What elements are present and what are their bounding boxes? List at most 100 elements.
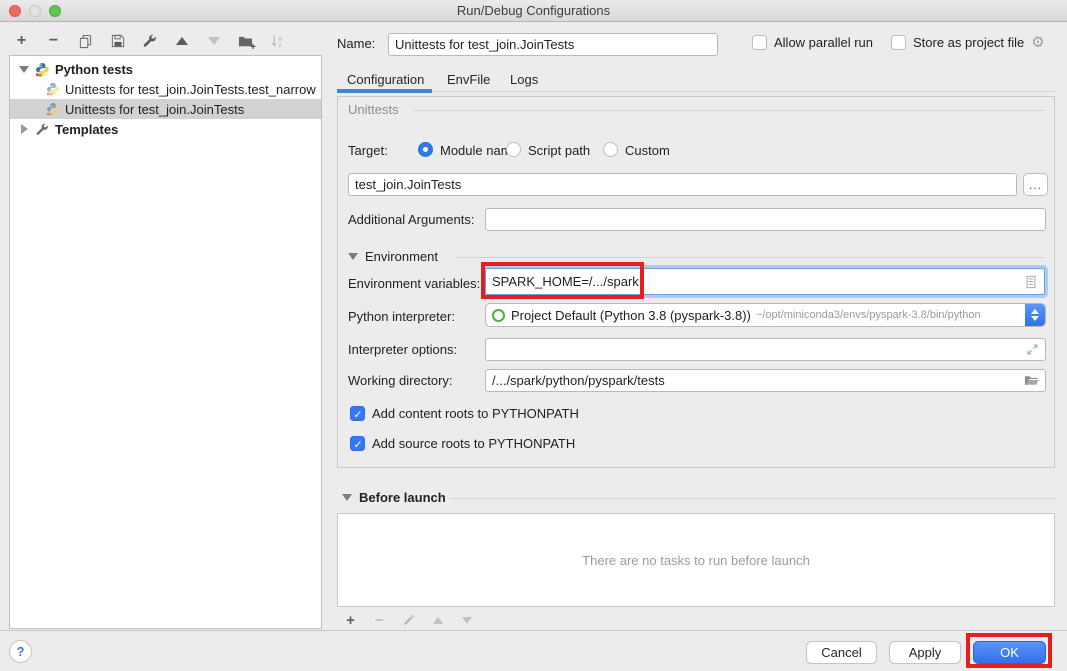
new-folder-icon[interactable]: +	[237, 33, 254, 50]
expand-field-icon[interactable]	[1026, 343, 1039, 356]
tab-envfile[interactable]: EnvFile	[447, 68, 490, 92]
additional-arguments-input[interactable]	[485, 208, 1046, 231]
interpreter-options-label: Interpreter options:	[348, 342, 457, 357]
edit-templates-icon[interactable]	[141, 33, 158, 50]
working-directory-label: Working directory:	[348, 373, 453, 388]
sort-alphabetically-icon: az	[269, 33, 286, 50]
zoom-window-button[interactable]	[49, 5, 61, 17]
name-value: Unittests for test_join.JoinTests	[395, 37, 574, 52]
allow-parallel-run-checkbox[interactable]: Allow parallel run	[752, 35, 873, 50]
radio-custom-label: Custom	[625, 143, 670, 158]
configurations-tree: Python tests Unittests for test_join.Joi…	[9, 55, 322, 629]
environment-variables-input[interactable]: SPARK_HOME=/.../spark	[485, 268, 1045, 295]
before-launch-rule	[450, 498, 1055, 499]
chevron-down-icon[interactable]	[18, 66, 30, 73]
browse-button[interactable]: ...	[1023, 173, 1048, 196]
tab-logs[interactable]: Logs	[510, 68, 538, 92]
active-tab-underline	[337, 89, 432, 93]
working-directory-value: /.../spark/python/pyspark/tests	[492, 373, 665, 388]
cancel-button[interactable]: Cancel	[806, 641, 877, 664]
save-configuration-icon[interactable]	[109, 33, 126, 50]
store-as-project-file-label: Store as project file	[913, 35, 1024, 50]
configuration-form: Name: Unittests for test_join.JoinTests …	[337, 0, 1067, 630]
tree-row-unittest-narrow[interactable]: Unittests for test_join.JoinTests.test_n…	[10, 79, 321, 99]
radio-script-path[interactable]	[506, 142, 521, 157]
target-label: Target:	[348, 143, 388, 158]
add-task-icon[interactable]: +	[342, 612, 359, 629]
move-down-icon	[205, 33, 222, 50]
checkbox-checked[interactable]	[350, 436, 365, 451]
dialog-footer: ? Cancel Apply OK	[0, 630, 1067, 671]
tree-row-python-tests[interactable]: Python tests	[10, 59, 321, 79]
python-interpreter-label: Python interpreter:	[348, 309, 455, 324]
environment-section-rule	[456, 257, 1044, 258]
tab-strip-divider	[337, 91, 1055, 92]
move-task-down-icon	[458, 612, 475, 629]
configurations-toolbar: + − + az	[13, 31, 286, 51]
python-interpreter-select[interactable]: Project Default (Python 3.8 (pyspark-3.8…	[485, 303, 1046, 327]
chevron-right-icon[interactable]	[18, 124, 30, 134]
copy-configuration-icon[interactable]	[77, 33, 94, 50]
tree-row-templates[interactable]: Templates	[10, 119, 321, 139]
move-up-icon[interactable]	[173, 33, 190, 50]
before-launch-label: Before launch	[359, 490, 446, 505]
conda-environment-icon	[492, 309, 505, 322]
name-input[interactable]: Unittests for test_join.JoinTests	[388, 33, 718, 56]
chevron-down-icon[interactable]	[348, 253, 358, 260]
apply-button[interactable]: Apply	[889, 641, 961, 664]
no-tasks-message: There are no tasks to run before launch	[582, 553, 810, 568]
interpreter-options-input[interactable]	[485, 338, 1046, 361]
combo-stepper-icon[interactable]	[1025, 303, 1045, 327]
python-test-icon	[44, 102, 61, 116]
remove-configuration-icon[interactable]: −	[45, 33, 62, 50]
module-name-value: test_join.JoinTests	[355, 177, 461, 192]
move-task-up-icon	[429, 612, 446, 629]
gear-icon[interactable]: ⚙	[1031, 35, 1044, 50]
before-launch-task-list: There are no tasks to run before launch	[337, 513, 1055, 607]
environment-variables-label: Environment variables:	[348, 276, 480, 291]
working-directory-input[interactable]: /.../spark/python/pyspark/tests	[485, 369, 1046, 392]
python-interpreter-value: Project Default (Python 3.8 (pyspark-3.8…	[511, 308, 751, 323]
environment-section-header[interactable]: Environment	[348, 249, 438, 264]
chevron-down-icon[interactable]	[342, 494, 352, 501]
ok-button[interactable]: OK	[973, 641, 1046, 664]
add-content-roots-label: Add content roots to PYTHONPATH	[372, 406, 579, 421]
checkbox-unchecked[interactable]	[891, 35, 906, 50]
python-tests-icon	[34, 62, 51, 77]
allow-parallel-run-label: Allow parallel run	[774, 35, 873, 50]
tree-item-label: Python tests	[55, 62, 133, 77]
minimize-window-button	[29, 5, 41, 17]
tree-row-unittest-jointests-selected[interactable]: Unittests for test_join.JoinTests	[10, 99, 321, 119]
edit-task-icon	[400, 612, 417, 629]
python-interpreter-path: ~/opt/miniconda3/envs/pyspark-3.8/bin/py…	[756, 309, 981, 321]
tree-item-label: Templates	[55, 122, 118, 137]
checkbox-unchecked[interactable]	[752, 35, 767, 50]
before-launch-toolbar: + −	[342, 611, 475, 629]
wrench-icon	[34, 123, 51, 136]
environment-section-label: Environment	[365, 249, 438, 264]
help-button[interactable]: ?	[9, 640, 32, 663]
python-test-icon	[44, 82, 61, 96]
add-source-roots-checkbox[interactable]: Add source roots to PYTHONPATH	[350, 436, 575, 451]
radio-custom[interactable]	[603, 142, 618, 157]
svg-text:z: z	[278, 42, 281, 49]
add-content-roots-checkbox[interactable]: Add content roots to PYTHONPATH	[350, 406, 579, 421]
additional-arguments-label: Additional Arguments:	[348, 212, 474, 227]
module-name-input[interactable]: test_join.JoinTests	[348, 173, 1017, 196]
add-configuration-icon[interactable]: +	[13, 33, 30, 50]
folder-icon[interactable]	[1024, 373, 1039, 388]
before-launch-section-header[interactable]: Before launch	[342, 490, 446, 505]
group-title: Unittests	[348, 102, 399, 117]
store-as-project-file-checkbox[interactable]: Store as project file ⚙	[891, 35, 1045, 50]
name-label: Name:	[337, 36, 375, 51]
edit-variables-icon[interactable]	[1024, 275, 1038, 289]
remove-task-icon: −	[371, 612, 388, 629]
checkbox-checked[interactable]	[350, 406, 365, 421]
radio-script-path-label: Script path	[528, 143, 590, 158]
unittests-group-box: Unittests Target: Module name Script pat…	[337, 96, 1055, 468]
close-window-button[interactable]	[9, 5, 21, 17]
radio-module-name[interactable]	[418, 142, 433, 157]
environment-variables-value: SPARK_HOME=/.../spark	[492, 274, 639, 289]
tree-item-label: Unittests for test_join.JoinTests	[65, 102, 244, 117]
add-source-roots-label: Add source roots to PYTHONPATH	[372, 436, 575, 451]
